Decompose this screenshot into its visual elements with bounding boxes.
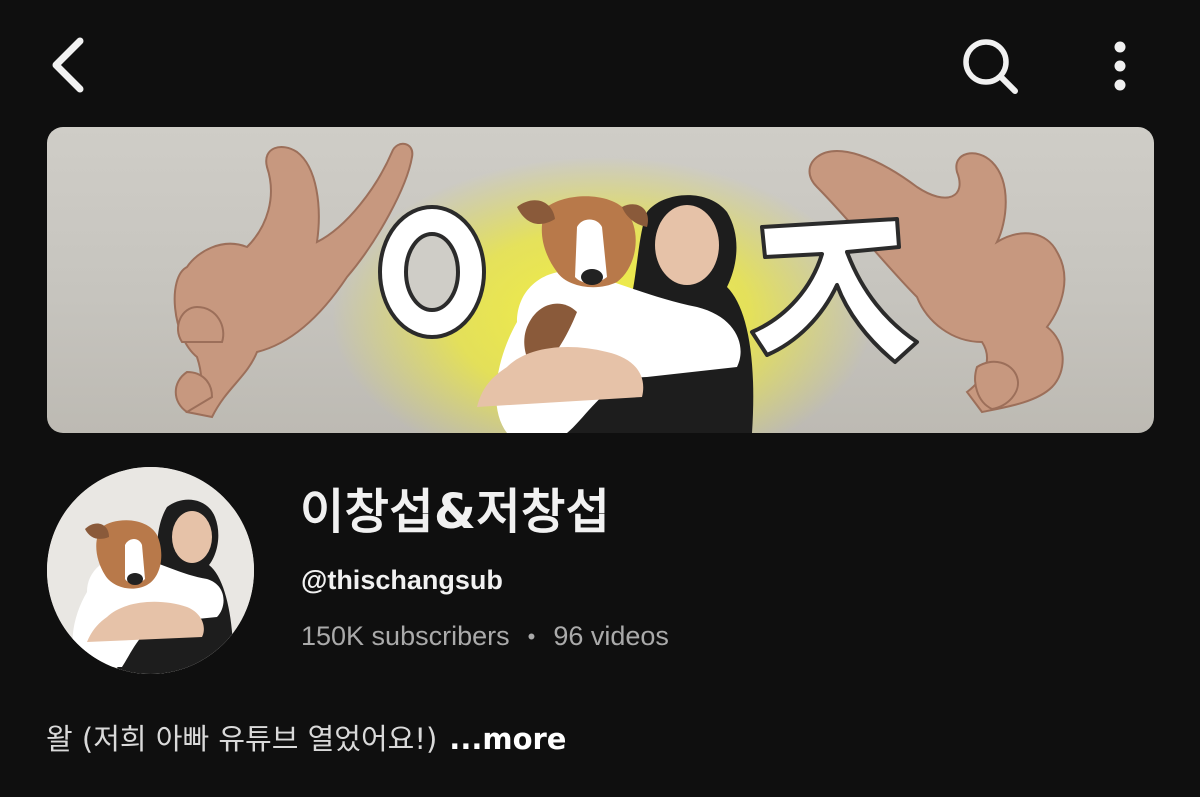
more-options-button[interactable] <box>1090 30 1150 102</box>
channel-banner <box>47 127 1154 433</box>
search-button[interactable] <box>950 30 1030 102</box>
channel-handle: @thischangsub <box>301 565 503 595</box>
channel-description[interactable]: 왈 (저희 아빠 유튜브 열었어요!) ...more <box>46 716 566 758</box>
glyph-ieung-graphic <box>378 205 486 339</box>
description-text: 왈 (저희 아빠 유튜브 열었어요!) <box>46 722 438 756</box>
search-icon <box>963 39 1018 94</box>
top-app-bar <box>0 0 1200 130</box>
channel-stats: 150K subscribers • 96 videos <box>301 621 669 652</box>
more-vertical-icon <box>1114 41 1126 91</box>
back-button[interactable] <box>36 30 100 100</box>
banner-artwork <box>173 142 1066 433</box>
stats-separator: • <box>527 623 536 649</box>
more-link[interactable]: ...more <box>449 722 566 756</box>
chevron-left-icon <box>52 37 84 93</box>
video-count: 96 videos <box>553 621 669 651</box>
channel-name: 이창섭&저창섭 <box>300 484 611 540</box>
avatar-artwork <box>47 467 254 674</box>
channel-avatar[interactable] <box>47 467 254 674</box>
subscriber-count: 150K subscribers <box>301 621 510 651</box>
